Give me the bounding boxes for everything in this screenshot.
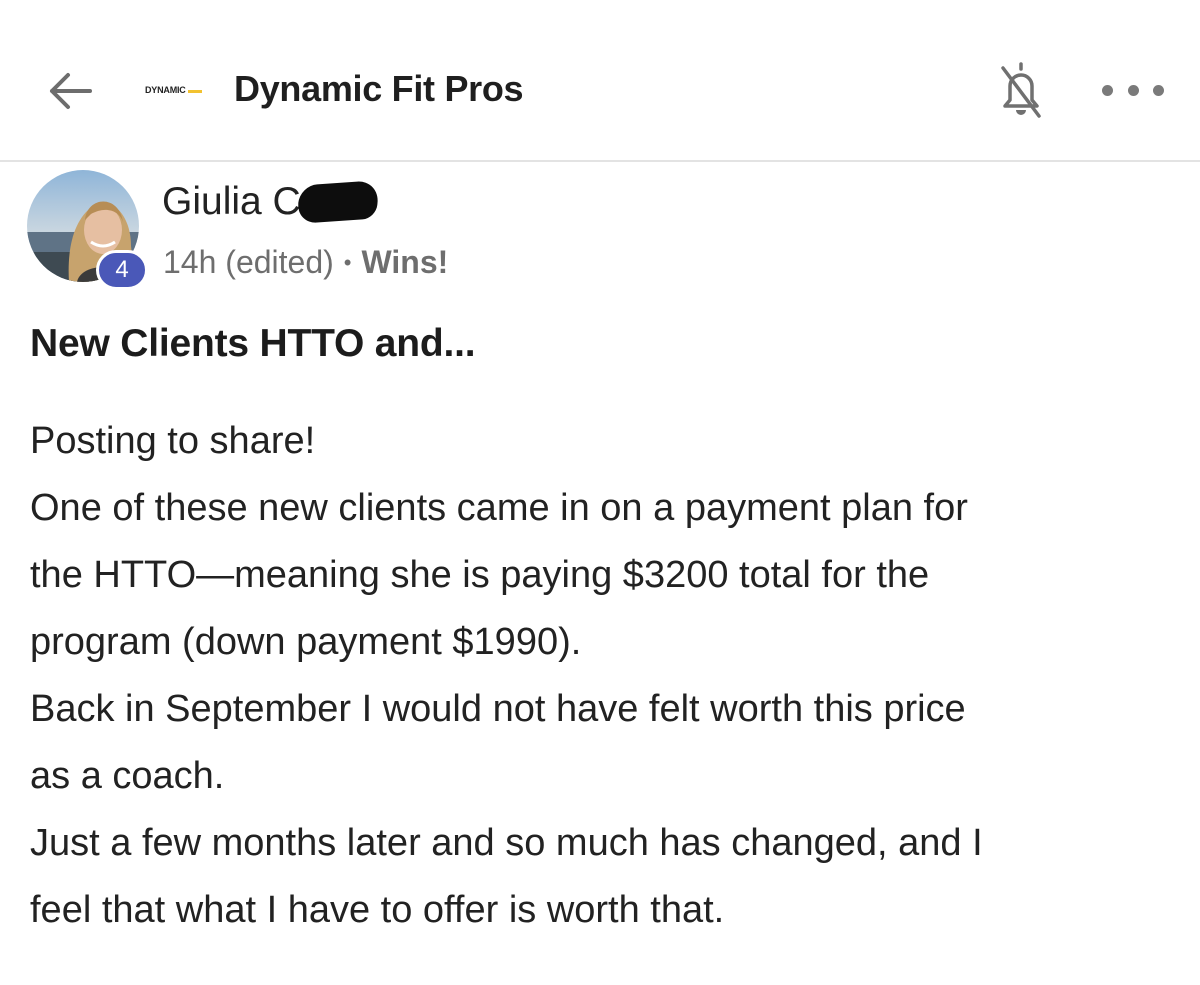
post-body-line: the HTTO—meaning she is paying $3200 tot… xyxy=(30,554,930,596)
header-divider xyxy=(0,160,1200,162)
group-logo: DYNAMIC xyxy=(145,82,202,98)
post-category[interactable]: Wins! xyxy=(361,244,448,281)
post-body-line: program (down payment $1990). xyxy=(30,621,582,663)
post-body-line: Just a few months later and so much has … xyxy=(30,822,983,864)
author-name[interactable]: Giulia Co xyxy=(162,180,381,224)
more-horizontal-icon xyxy=(1102,84,1113,96)
logo-accent-bar xyxy=(187,89,202,93)
post-title[interactable]: New Clients HTTO and... xyxy=(30,322,476,366)
post-body-line: as a coach. xyxy=(30,755,225,797)
back-button[interactable] xyxy=(40,66,100,116)
arrow-left-icon xyxy=(50,73,92,109)
more-dot xyxy=(1153,84,1164,96)
post-body-line: Back in September I would not have felt … xyxy=(30,688,966,730)
group-title[interactable]: Dynamic Fit Pros xyxy=(234,68,524,110)
meta-separator: • xyxy=(343,249,352,275)
post-timestamp: 14h (edited) xyxy=(163,244,334,280)
notifications-button[interactable] xyxy=(996,60,1046,120)
bell-off-icon xyxy=(1001,62,1041,118)
more-dot xyxy=(1127,84,1139,96)
redaction-mark xyxy=(296,180,381,224)
more-options-button[interactable] xyxy=(1102,75,1164,105)
member-level-badge: 4 xyxy=(96,250,148,290)
group-header: DYNAMIC Dynamic Fit Pros xyxy=(0,0,1200,162)
post-body-line: feel that what I have to offer is worth … xyxy=(30,889,725,931)
logo-text: DYNAMIC xyxy=(145,85,186,95)
post-body: Posting to share! One of these new clien… xyxy=(30,408,1180,944)
post-body-line: One of these new clients came in on a pa… xyxy=(30,487,968,529)
post-body-line: Posting to share! xyxy=(30,420,316,462)
post-meta: 14h (edited) • Wins! xyxy=(163,244,448,281)
